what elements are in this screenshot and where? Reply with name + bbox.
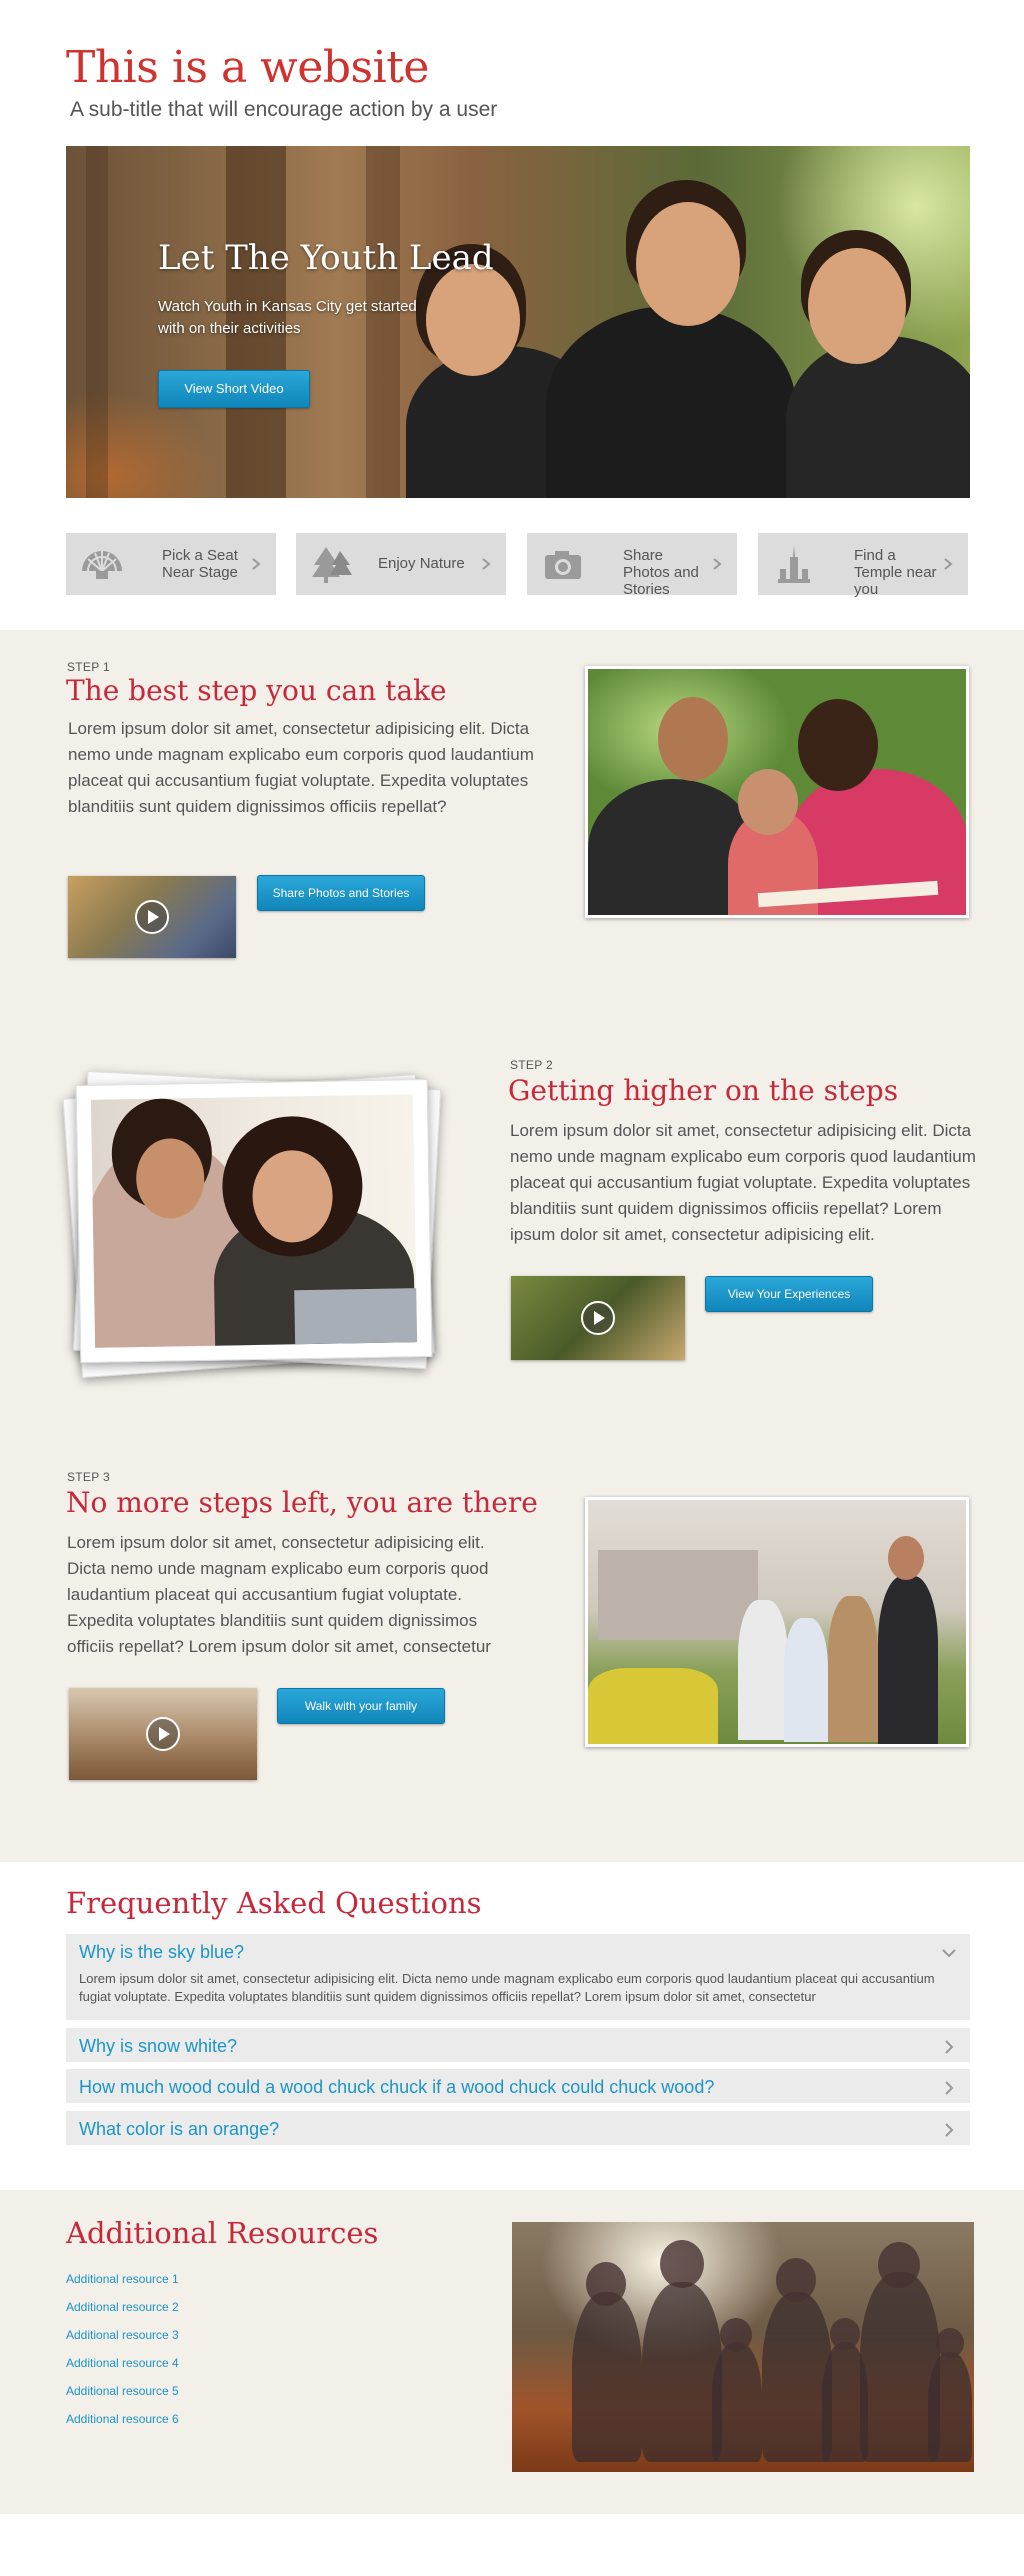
chevron-right-icon bbox=[945, 2123, 954, 2137]
faq-answer: Lorem ipsum dolor sit amet, consectetur … bbox=[79, 1971, 935, 2004]
resource-link[interactable]: Additional resource 3 bbox=[66, 2328, 179, 2342]
hero-title: Let The Youth Lead bbox=[158, 238, 494, 278]
faq-question: How much wood could a wood chuck chuck i… bbox=[79, 2077, 715, 2097]
faq-question: What color is an orange? bbox=[79, 2119, 280, 2139]
feature-tile-enjoy-nature[interactable]: Enjoy Nature bbox=[296, 533, 506, 595]
site-title: This is a website bbox=[66, 42, 429, 93]
photo-laptop bbox=[294, 1288, 418, 1348]
photo-person-head bbox=[660, 2240, 704, 2288]
hero-description: Watch Youth in Kansas City get started w… bbox=[158, 298, 417, 337]
seat-fan-icon bbox=[82, 551, 122, 579]
play-icon bbox=[135, 900, 169, 934]
tree-icon bbox=[312, 547, 352, 583]
feature-tile-share-photos[interactable]: Share Photos and Stories bbox=[527, 533, 737, 598]
resource-link[interactable]: Additional resource 2 bbox=[66, 2300, 179, 2314]
hero-person-face bbox=[808, 248, 906, 364]
chevron-right-icon bbox=[713, 558, 722, 570]
step-1-title: The best step you can take bbox=[66, 674, 447, 707]
feature-tile-label: Enjoy Nature bbox=[378, 555, 465, 572]
hero-person-body bbox=[786, 336, 970, 498]
photo-person-body bbox=[878, 1576, 938, 1744]
photo-person-hair bbox=[798, 699, 878, 791]
resources-photo bbox=[512, 2222, 974, 2472]
feature-tile-pick-seat[interactable]: Pick a Seat Near Stage bbox=[66, 533, 276, 595]
photo-person-head bbox=[586, 2262, 626, 2306]
photo-person-head bbox=[878, 2242, 920, 2288]
step-3-video-thumbnail[interactable] bbox=[69, 1688, 257, 1780]
faq-item[interactable]: What color is an orange? bbox=[66, 2111, 970, 2145]
photo-person-silhouette bbox=[928, 2352, 972, 2462]
photo-building bbox=[598, 1550, 758, 1640]
photo-person-face bbox=[738, 769, 798, 835]
feature-tile-label: Find a Temple near you bbox=[854, 547, 937, 598]
feature-tile-find-temple[interactable]: Find a Temple near you bbox=[758, 533, 968, 598]
step-3-title: No more steps left, you are there bbox=[66, 1486, 538, 1519]
feature-tile-label: Share Photos and Stories bbox=[623, 547, 699, 598]
view-your-experiences-button[interactable]: View Your Experiences bbox=[705, 1276, 873, 1312]
chevron-right-icon bbox=[945, 2040, 954, 2054]
step-3-body: Lorem ipsum dolor sit amet, consectetur … bbox=[67, 1533, 491, 1656]
resource-link[interactable]: Additional resource 5 bbox=[66, 2384, 179, 2398]
faq-title: Frequently Asked Questions bbox=[66, 1886, 482, 1920]
resource-link[interactable]: Additional resource 1 bbox=[66, 2272, 179, 2286]
hero-banner: Let The Youth Lead Watch Youth in Kansas… bbox=[66, 146, 970, 498]
step-2-title: Getting higher on the steps bbox=[508, 1074, 899, 1107]
step-1-photo bbox=[585, 666, 969, 918]
step-2-label: STEP 2 bbox=[510, 1058, 553, 1072]
resources-title: Additional Resources bbox=[66, 2216, 379, 2250]
photo-person-silhouette bbox=[642, 2282, 722, 2462]
step-2-photo bbox=[75, 1078, 433, 1364]
photo-person-head bbox=[720, 2318, 752, 2352]
view-short-video-button[interactable]: View Short Video bbox=[158, 370, 310, 408]
photo-person-head bbox=[936, 2328, 964, 2358]
photo-person-silhouette bbox=[572, 2292, 642, 2462]
faq-item[interactable]: How much wood could a wood chuck chuck i… bbox=[66, 2069, 970, 2103]
faq-question: Why is snow white? bbox=[79, 2036, 238, 2056]
resource-link[interactable]: Additional resource 6 bbox=[66, 2412, 179, 2426]
step-1-label: STEP 1 bbox=[67, 660, 110, 674]
temple-icon bbox=[778, 545, 810, 583]
photo-person-body bbox=[828, 1596, 878, 1742]
chevron-right-icon bbox=[945, 2081, 954, 2095]
play-icon bbox=[581, 1301, 615, 1335]
photo-person-head bbox=[830, 2318, 860, 2350]
photo-person-body bbox=[738, 1600, 788, 1740]
hero-person-face bbox=[426, 264, 520, 376]
faq-item[interactable]: Why is snow white? bbox=[66, 2028, 970, 2062]
photo-flowers bbox=[588, 1668, 718, 1744]
camera-icon bbox=[545, 551, 581, 579]
step-1-body: Lorem ipsum dolor sit amet, consectetur … bbox=[68, 719, 534, 816]
chevron-down-icon bbox=[942, 1949, 956, 1958]
walk-with-family-button[interactable]: Walk with your family bbox=[277, 1688, 445, 1724]
chevron-right-icon bbox=[944, 558, 953, 570]
share-photos-stories-button[interactable]: Share Photos and Stories bbox=[257, 875, 425, 911]
hero-person-face bbox=[636, 202, 740, 326]
step-3-label: STEP 3 bbox=[67, 1470, 110, 1484]
hero-person-body bbox=[546, 306, 796, 498]
hero-tree-trunk bbox=[86, 146, 108, 498]
step-2-body: Lorem ipsum dolor sit amet, consectetur … bbox=[510, 1121, 976, 1244]
photo-person-body bbox=[784, 1618, 828, 1742]
step-2-video-thumbnail[interactable] bbox=[511, 1276, 685, 1360]
photo-person-face bbox=[658, 697, 728, 781]
resource-link[interactable]: Additional resource 4 bbox=[66, 2356, 179, 2370]
photo-person-head bbox=[776, 2258, 816, 2302]
photo-person-silhouette bbox=[712, 2342, 762, 2462]
site-subtitle: A sub-title that will encourage action b… bbox=[70, 98, 498, 121]
chevron-right-icon bbox=[482, 558, 491, 570]
feature-tile-label: Pick a Seat Near Stage bbox=[162, 547, 238, 581]
step-1-video-thumbnail[interactable] bbox=[68, 876, 236, 958]
play-icon bbox=[146, 1717, 180, 1751]
step-3-photo bbox=[585, 1497, 969, 1747]
photo-person-face bbox=[888, 1536, 924, 1580]
faq-item-expanded[interactable]: Why is the sky blue? Lorem ipsum dolor s… bbox=[66, 1934, 970, 2020]
faq-question: Why is the sky blue? bbox=[79, 1942, 245, 1962]
chevron-right-icon bbox=[252, 558, 261, 570]
